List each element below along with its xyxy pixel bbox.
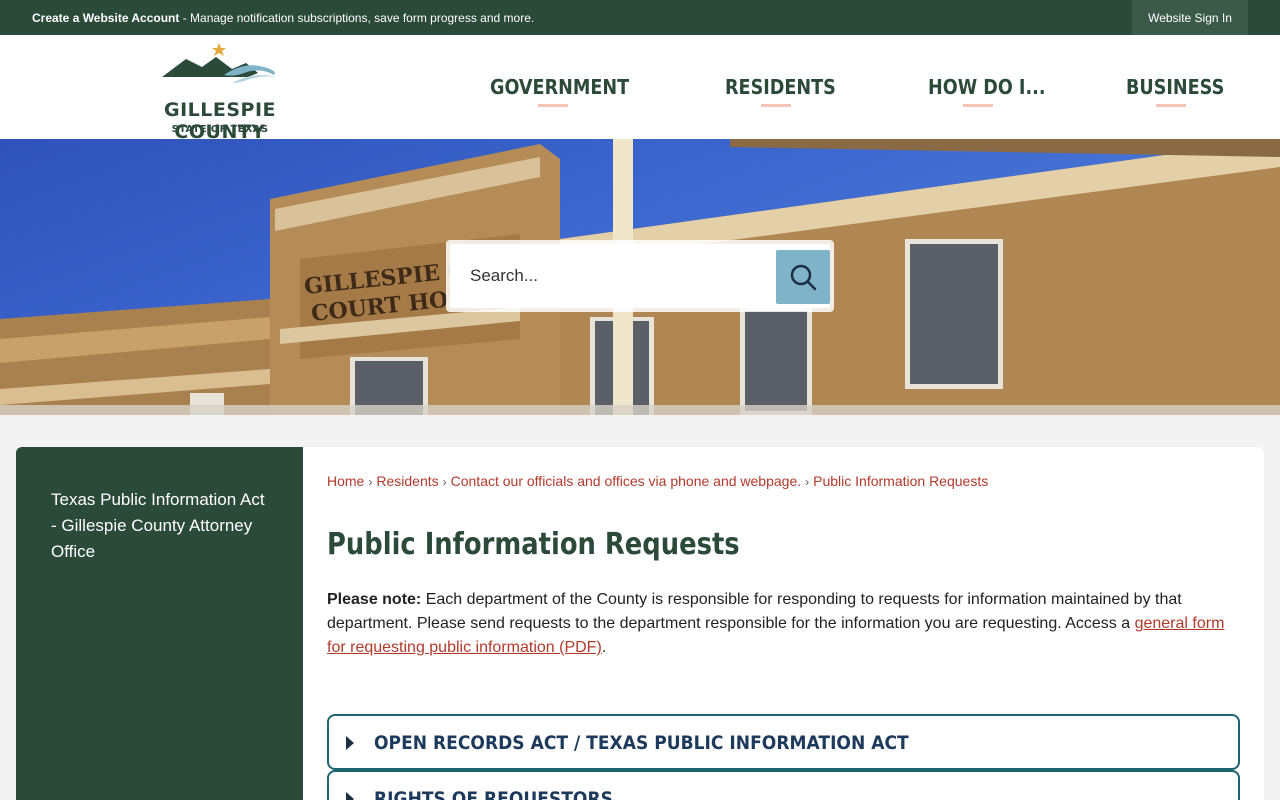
create-account-link[interactable]: Create a Website Account [32,11,179,25]
site-search-input[interactable] [470,244,770,308]
breadcrumb-separator: › [805,475,810,489]
search-container [446,240,834,312]
breadcrumb-home[interactable]: Home [327,473,364,489]
nav-government[interactable]: GOVERNMENT [490,75,629,99]
site-header: GILLESPIE COUNTY STATE OF TEXAS GOVERNME… [0,35,1280,143]
create-account-description: - Manage notification subscriptions, sav… [179,11,535,25]
breadcrumb-separator: › [442,475,447,489]
note-label: Please note: [327,591,422,608]
nav-residents-underline [761,104,791,107]
caret-right-icon [346,792,354,800]
search-button[interactable] [776,250,830,304]
note-end: . [601,639,607,656]
accordion-rights-of-requestors[interactable]: RIGHTS OF REQUESTORS [327,770,1240,800]
top-utility-bar: Create a Website Account - Manage notifi… [0,0,1280,35]
breadcrumb: Home › Residents › Contact our officials and… [327,473,988,489]
nav-government-underline [538,104,568,107]
hero-banner: GILLESPIE COUNT COURT HOUSE [0,139,1280,415]
accordion-label: RIGHTS OF REQUESTORS [374,788,613,800]
sidebar-item-texas-public-information-act[interactable]: Texas Public Information Act - Gillespie… [51,487,271,565]
please-note-paragraph: Please note: Each department of the Coun… [327,588,1243,660]
nav-how-do-i-underline [963,104,993,107]
note-text: Each department of the County is respons… [327,591,1182,632]
search-icon [790,264,817,291]
county-logo[interactable]: GILLESPIE COUNTY STATE OF TEXAS [128,41,312,143]
create-account-banner: Create a Website Account - Manage notifi… [32,10,534,26]
accordion-label: OPEN RECORDS ACT / TEXAS PUBLIC INFORMAT… [374,732,909,754]
breadcrumb-current-page[interactable]: Public Information Requests [813,473,988,489]
page-title: Public Information Requests [327,527,740,562]
main-content: Home › Residents › Contact our officials and… [303,447,1264,800]
nav-business-underline [1156,104,1186,107]
nav-residents[interactable]: RESIDENTS [725,75,836,99]
breadcrumb-residents[interactable]: Residents [376,473,438,489]
breadcrumb-separator: › [368,475,373,489]
nav-business[interactable]: BUSINESS [1126,75,1224,99]
website-sign-in-button[interactable]: Website Sign In [1132,0,1248,35]
breadcrumb-contact-officials[interactable]: Contact our officials and offices via ph… [451,473,802,489]
logo-county-name: GILLESPIE COUNTY [163,99,276,143]
sidebar: Texas Public Information Act - Gillespie… [16,447,303,800]
logo-state-subtitle: STATE OF TEXAS [171,124,269,135]
search-field-wrapper [450,244,830,308]
logo-hills-icon [162,43,276,83]
accordion-open-records-act[interactable]: OPEN RECORDS ACT / TEXAS PUBLIC INFORMAT… [327,714,1240,770]
caret-right-icon [346,736,354,750]
nav-how-do-i[interactable]: HOW DO I... [928,75,1046,99]
